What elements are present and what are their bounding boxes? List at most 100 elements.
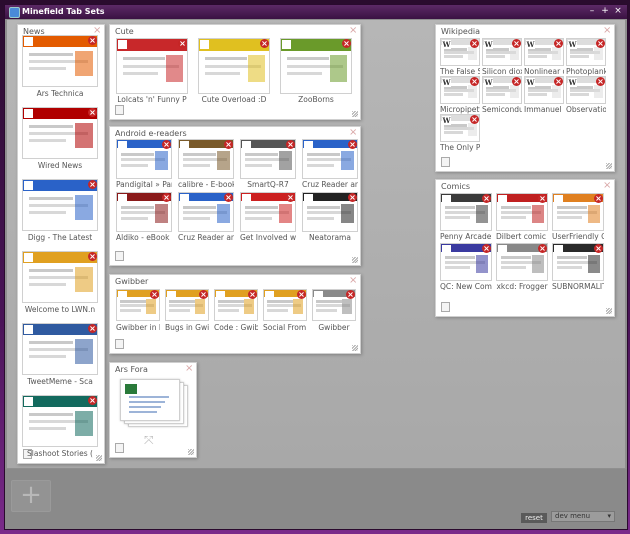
tab-close-icon[interactable]: × (470, 39, 479, 48)
group-close-icon[interactable]: × (349, 276, 357, 286)
tab-item[interactable]: × Digg - The Latest (22, 179, 98, 243)
group-page-icon[interactable] (441, 157, 450, 167)
tab-group-wikipedia[interactable]: Wikipedia×W×The False SubW×Silicon dioxi… (435, 24, 615, 172)
tab-close-icon[interactable]: × (348, 140, 357, 149)
tab-close-icon[interactable]: × (512, 39, 521, 48)
tab-close-icon[interactable]: × (596, 77, 605, 86)
tab-item[interactable]: W × Nonlinear opt (524, 38, 564, 77)
group-page-icon[interactable] (115, 339, 124, 349)
group-resize-handle[interactable] (188, 449, 194, 455)
tab-item[interactable]: × Wired News (22, 107, 98, 171)
tab-close-icon[interactable]: × (199, 290, 208, 299)
tab-close-icon[interactable]: × (512, 77, 521, 86)
tab-group-arsfora[interactable]: Ars Fora × ⤧ (109, 362, 197, 458)
group-title[interactable]: Android e-readers (115, 129, 187, 138)
tab-item[interactable]: × Penny Arcade! (440, 193, 492, 242)
stacked-tabs[interactable] (120, 379, 188, 427)
add-group-button[interactable]: + (11, 480, 51, 512)
tab-close-icon[interactable]: × (286, 193, 295, 202)
tab-item[interactable]: × Pandigital » Par (116, 139, 172, 190)
tab-thumbnail[interactable] (22, 251, 98, 303)
tab-item[interactable]: W × Observations (566, 76, 606, 115)
tab-item[interactable]: × Gwibber (312, 289, 356, 333)
tab-item[interactable]: × SUBNORMALIT (552, 243, 604, 292)
tab-close-icon[interactable]: × (348, 193, 357, 202)
tab-item[interactable]: × xkcd: Frogger (496, 243, 548, 292)
tab-thumbnail[interactable] (198, 38, 270, 94)
group-page-icon[interactable] (441, 302, 450, 312)
title-bar[interactable]: Minefield Tab Sets – + × (5, 5, 627, 19)
tab-item[interactable]: × Social From th (263, 289, 307, 333)
tab-close-icon[interactable]: × (88, 396, 97, 405)
close-window-button[interactable]: × (613, 6, 623, 16)
group-page-icon[interactable] (115, 105, 124, 115)
tab-item[interactable]: × Code : Gwibbe (214, 289, 258, 333)
tab-close-icon[interactable]: × (88, 36, 97, 45)
tab-item[interactable]: × Get Involved wi (240, 192, 296, 243)
group-close-icon[interactable]: × (349, 128, 357, 138)
tab-item[interactable]: × Neatorama (302, 192, 358, 243)
tab-item[interactable]: × Gwibber in Lau (116, 289, 160, 333)
tab-close-icon[interactable]: × (594, 244, 603, 253)
tab-close-icon[interactable]: × (260, 39, 269, 48)
tab-item[interactable]: × SmartQ-R7 (240, 139, 296, 190)
tab-close-icon[interactable]: × (470, 77, 479, 86)
group-close-icon[interactable]: × (603, 181, 611, 191)
tab-close-icon[interactable]: × (594, 194, 603, 203)
group-resize-handle[interactable] (352, 345, 358, 351)
tab-item[interactable]: W × The Only Poss (440, 114, 480, 153)
tab-close-icon[interactable]: × (596, 39, 605, 48)
tab-item[interactable]: × Slashoot Stories ( (22, 395, 98, 459)
tab-item[interactable]: W × Semiconducto (482, 76, 522, 115)
tab-close-icon[interactable]: × (150, 290, 159, 299)
group-page-icon[interactable] (115, 443, 124, 453)
tab-item[interactable]: × ZooBorns (280, 38, 352, 105)
tab-close-icon[interactable]: × (470, 115, 479, 124)
tab-close-icon[interactable]: × (88, 252, 97, 261)
group-title[interactable]: Comics (441, 182, 470, 191)
tab-item[interactable]: × calibre - E-book (178, 139, 234, 190)
tab-item[interactable]: W × Immanuel Kar (524, 76, 564, 115)
tab-close-icon[interactable]: × (538, 244, 547, 253)
tab-thumbnail[interactable] (22, 107, 98, 159)
tab-thumbnail[interactable] (22, 179, 98, 231)
tab-group-comics[interactable]: Comics × × Penny Arcade! × Dilbert comic s × Us… (435, 179, 615, 317)
tab-close-icon[interactable]: × (178, 39, 187, 48)
tab-close-icon[interactable]: × (88, 108, 97, 117)
tab-item[interactable]: × QC: New Comic (440, 243, 492, 292)
group-resize-handle[interactable] (352, 111, 358, 117)
expand-stack-icon[interactable]: ⤧ (144, 433, 154, 448)
tab-item[interactable]: × Cruz Reader and (178, 192, 234, 243)
tab-item[interactable]: × Bugs in Gwibb (165, 289, 209, 333)
tab-item[interactable]: × Cruz Reader and (302, 139, 358, 190)
tab-thumbnail[interactable] (280, 38, 352, 94)
tab-group-android[interactable]: Android e-readers × × Pandigital » Par × cali… (109, 126, 361, 266)
tab-close-icon[interactable]: × (346, 290, 355, 299)
tab-close-icon[interactable]: × (342, 39, 351, 48)
tab-item[interactable]: × Welcome to LWN.n (22, 251, 98, 315)
tab-close-icon[interactable]: × (88, 180, 97, 189)
tab-item[interactable]: W × The False Sub (440, 38, 480, 77)
tab-close-icon[interactable]: × (538, 194, 547, 203)
tab-group-cute[interactable]: Cute × × Lolcats 'n' Funny P × Cute Overload … (109, 24, 361, 120)
tab-item[interactable]: × Dilbert comic s (496, 193, 548, 242)
tab-close-icon[interactable]: × (224, 193, 233, 202)
group-title[interactable]: Wikipedia (441, 27, 480, 36)
group-close-icon[interactable]: × (603, 26, 611, 36)
group-title[interactable]: Cute (115, 27, 134, 36)
tab-item[interactable]: × Aldiko - eBook I (116, 192, 172, 243)
tab-group-news[interactable]: News × × Ars Technica × Wired News × Digg - The… (17, 24, 105, 464)
group-resize-handle[interactable] (606, 163, 612, 169)
tab-close-icon[interactable]: × (224, 140, 233, 149)
tab-group-gwibber[interactable]: Gwibber××Gwibber in Lau×Bugs in Gwibb×Co… (109, 274, 361, 354)
tab-close-icon[interactable]: × (162, 140, 171, 149)
tab-close-icon[interactable]: × (482, 194, 491, 203)
tab-item[interactable]: W × Micropipetter (440, 76, 480, 115)
tab-close-icon[interactable]: × (88, 324, 97, 333)
tab-thumbnail[interactable] (22, 35, 98, 87)
group-close-icon[interactable]: × (349, 26, 357, 36)
tab-close-icon[interactable]: × (162, 193, 171, 202)
tab-item[interactable]: × TweetMeme - Sca (22, 323, 98, 387)
tab-thumbnail[interactable] (22, 323, 98, 375)
tab-close-icon[interactable]: × (554, 77, 563, 86)
